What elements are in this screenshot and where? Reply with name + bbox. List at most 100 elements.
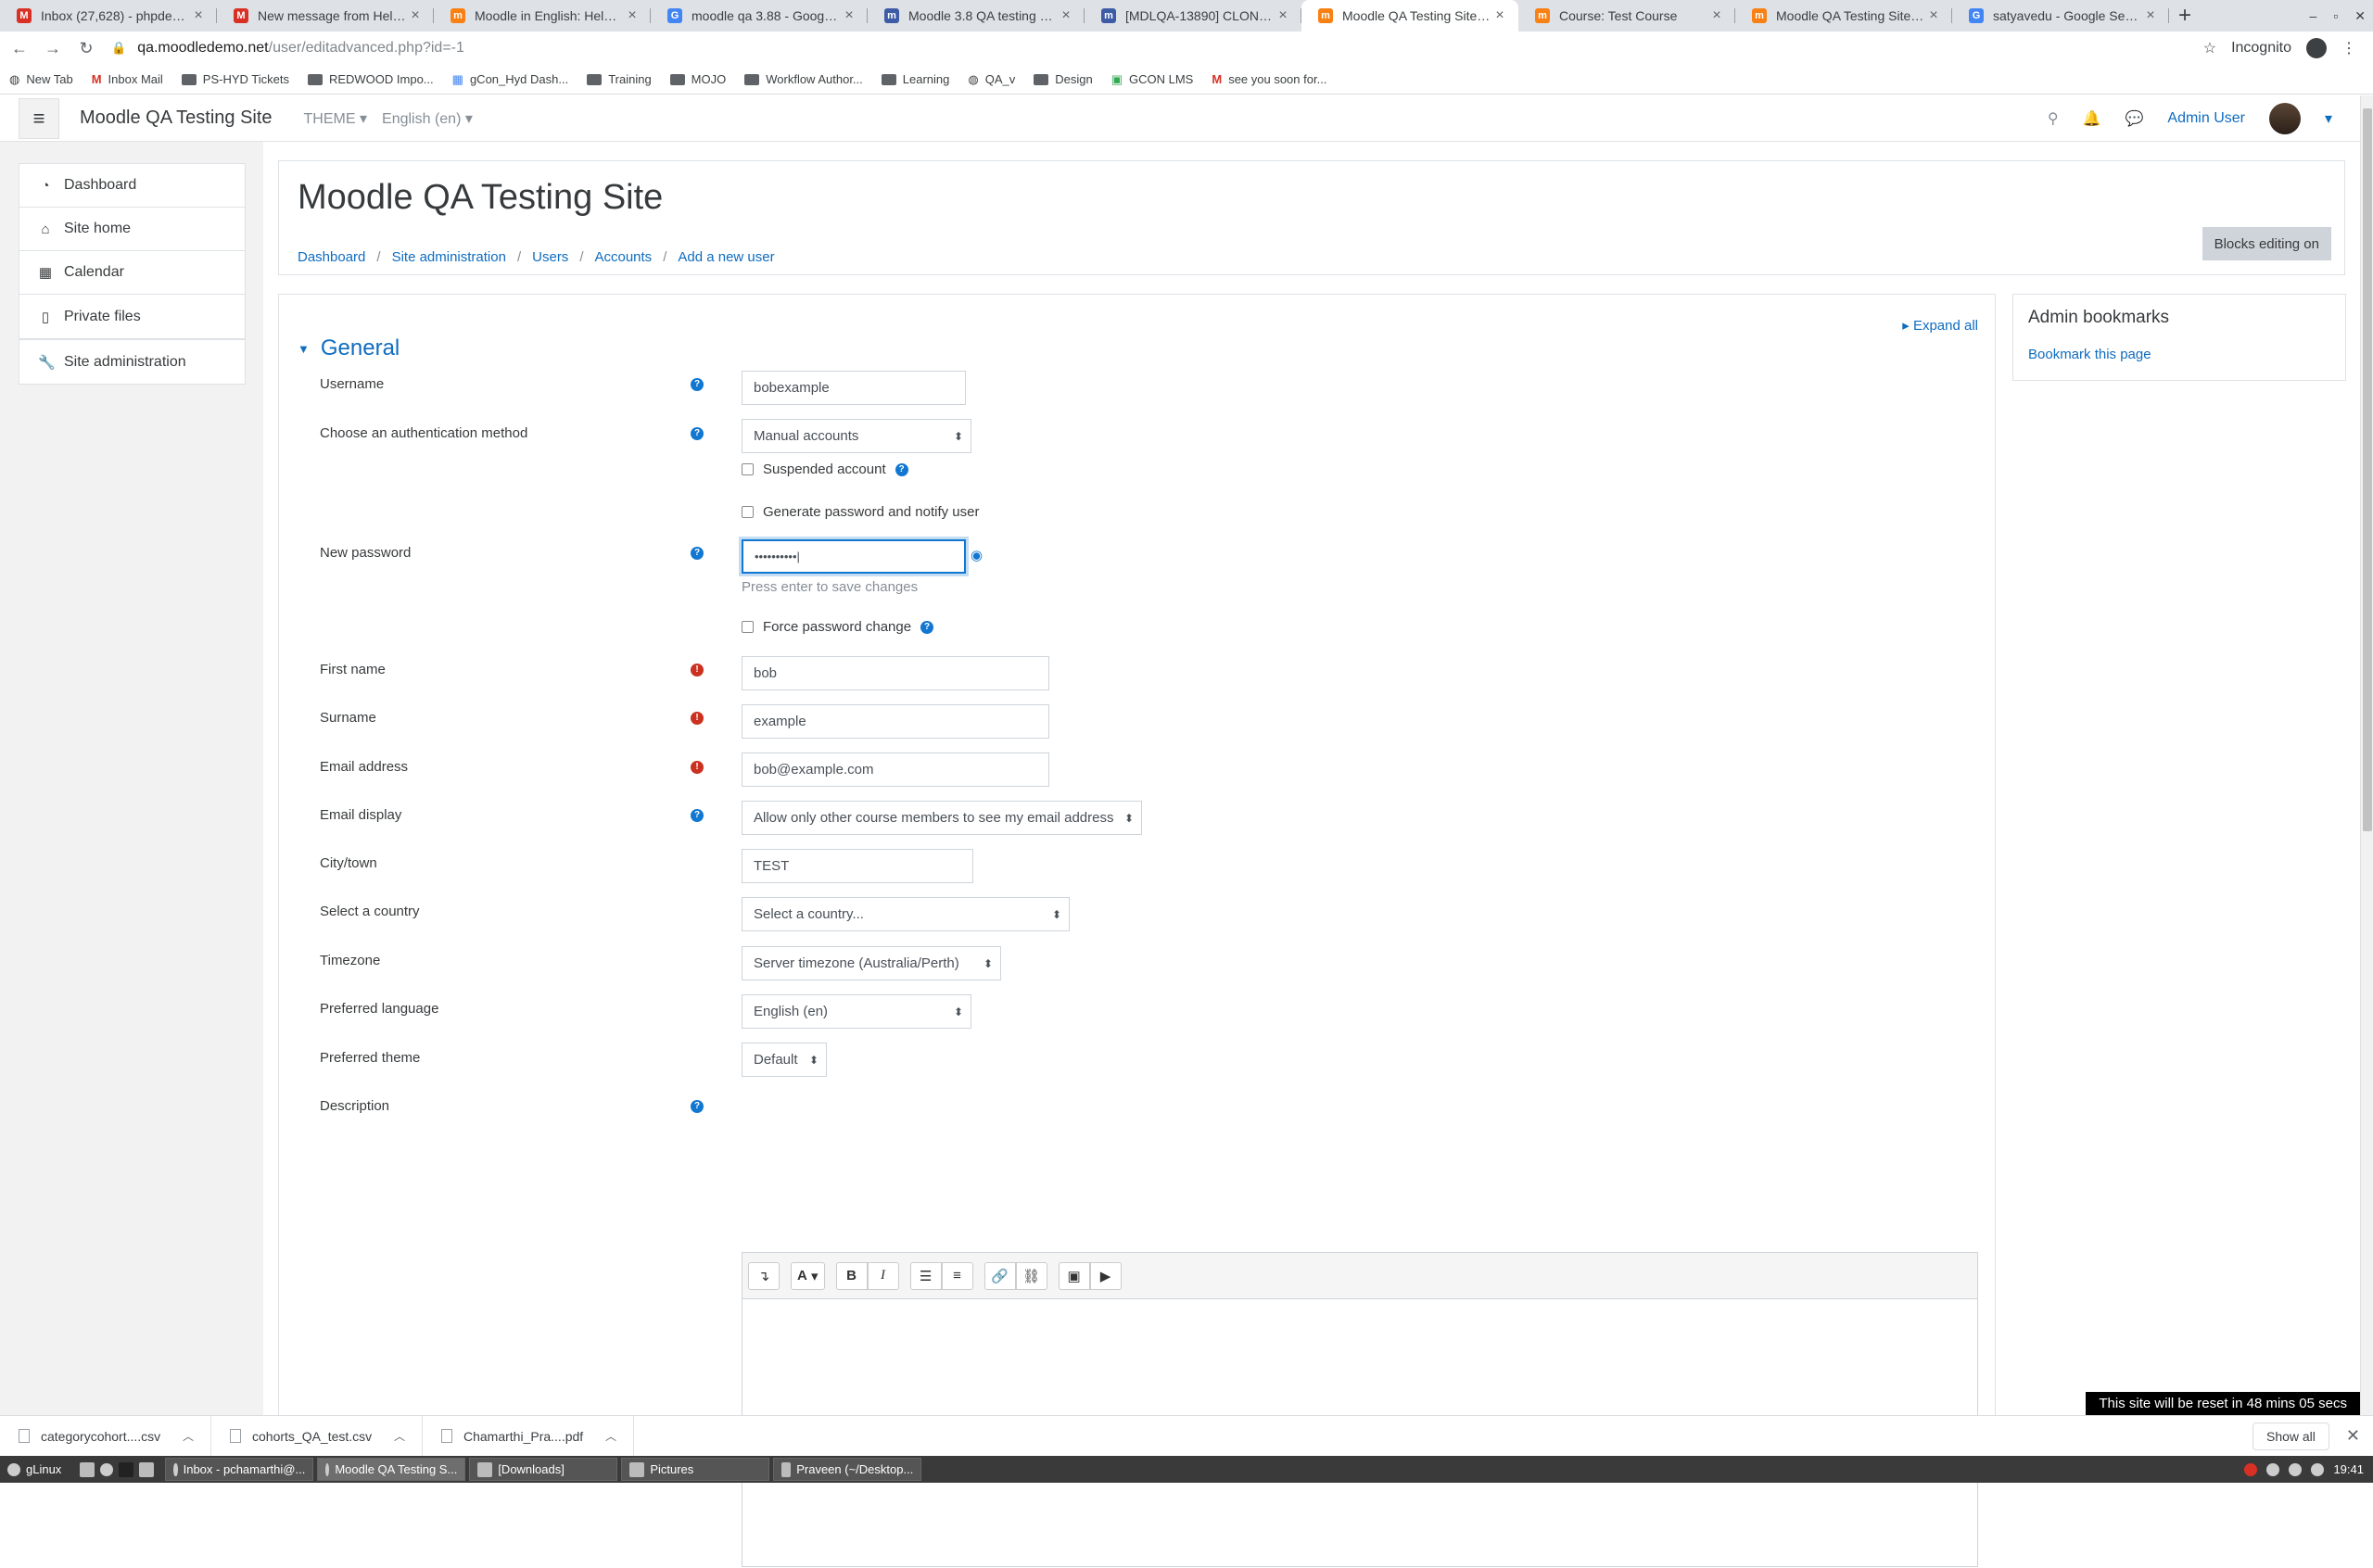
download-item[interactable]: categorycohort....csv ︿: [0, 1415, 211, 1457]
bookmark-item[interactable]: ▣ GCON LMS: [1111, 72, 1194, 87]
user-menu[interactable]: Admin User: [2167, 110, 2245, 127]
avatar[interactable]: [2268, 102, 2301, 134]
download-item[interactable]: Chamarthi_Pra....pdf ︿: [423, 1415, 634, 1457]
checkbox[interactable]: [742, 506, 754, 518]
drawer-item-dashboard[interactable]: ◔ Dashboard: [19, 164, 245, 208]
show-all-button[interactable]: Show all: [2252, 1422, 2329, 1450]
close-window-icon[interactable]: ✕: [2354, 8, 2366, 24]
search-icon[interactable]: ⚲: [2048, 109, 2059, 128]
drawer-item-site-administration[interactable]: 🔧 Site administration: [19, 340, 245, 384]
close-tab-icon[interactable]: ×: [1057, 7, 1075, 24]
browser-tab[interactable]: m Course: Test Course ×: [1518, 0, 1735, 32]
bookmark-item[interactable]: ▦ gCon_Hyd Dash...: [452, 72, 569, 87]
chevron-up-icon[interactable]: ︿: [183, 1428, 194, 1444]
bookmark-folder[interactable]: Design: [1034, 72, 1093, 86]
bookmark-item[interactable]: Msee you soon for...: [1212, 72, 1326, 86]
drawer-item-site-home[interactable]: ⌂ Site home: [19, 208, 245, 251]
close-tab-icon[interactable]: ×: [1707, 7, 1726, 24]
timezone-select[interactable]: Server timezone (Australia/Perth): [742, 946, 1001, 980]
browser-tab[interactable]: M Inbox (27,628) - phpdevelop ×: [0, 0, 217, 32]
browser-tab[interactable]: m Moodle QA Testing Site: Edit ×: [1735, 0, 1952, 32]
browser-tab-active[interactable]: mMoodle QA Testing Site: Adm×: [1301, 0, 1518, 32]
volume-icon[interactable]: [2311, 1462, 2325, 1476]
username-input[interactable]: bobexample: [742, 371, 966, 405]
email-display-select[interactable]: Allow only other course members to see m…: [742, 801, 1142, 835]
taskbar-window[interactable]: Pictures: [621, 1458, 770, 1481]
files-icon[interactable]: [80, 1461, 95, 1477]
surname-input[interactable]: example: [742, 704, 1049, 739]
help-icon[interactable]: ?: [691, 427, 704, 440]
bullet-list-icon[interactable]: ☰: [909, 1261, 942, 1290]
bookmark-folder[interactable]: Learning: [881, 72, 949, 86]
close-icon[interactable]: ✕: [2346, 1426, 2360, 1446]
bookmark-folder[interactable]: REDWOOD Impo...: [307, 72, 434, 86]
bookmark-folder[interactable]: MOJO: [669, 72, 726, 86]
language-select[interactable]: English (en): [742, 994, 971, 1029]
close-tab-icon[interactable]: ×: [189, 7, 208, 24]
chrome-icon[interactable]: [100, 1462, 114, 1476]
city-input[interactable]: TEST: [742, 849, 973, 883]
media-icon[interactable]: ▶: [1089, 1261, 1122, 1290]
close-tab-icon[interactable]: ×: [623, 7, 641, 24]
bookmark-folder[interactable]: Workflow Author...: [744, 72, 863, 86]
theme-menu[interactable]: THEME ▾: [304, 109, 367, 128]
force-password-change-checkbox[interactable]: Force password change?: [742, 619, 934, 635]
link-icon[interactable]: 🔗: [983, 1261, 1016, 1290]
close-tab-icon[interactable]: ×: [406, 7, 425, 24]
bluetooth-icon[interactable]: [2289, 1462, 2303, 1476]
chevron-up-icon[interactable]: ︿: [394, 1428, 405, 1444]
new-password-input[interactable]: •••••••••• |: [742, 539, 966, 574]
theme-select[interactable]: Default: [742, 1043, 827, 1077]
bookmark-this-page-link[interactable]: Bookmark this page: [2028, 347, 2151, 362]
blocks-editing-button[interactable]: Blocks editing on: [2202, 227, 2331, 260]
close-tab-icon[interactable]: ×: [1924, 7, 1943, 24]
browser-tab[interactable]: MNew message from Helen Fo×: [217, 0, 434, 32]
language-menu[interactable]: English (en) ▾: [382, 109, 473, 128]
generate-password-checkbox[interactable]: Generate password and notify user: [742, 504, 979, 520]
breadcrumb-link[interactable]: Users: [532, 249, 568, 265]
taskbar-window[interactable]: Praveen (~/Desktop...: [773, 1458, 922, 1481]
reload-icon[interactable]: ↻: [72, 39, 100, 58]
maximize-icon[interactable]: ▫: [2333, 8, 2338, 23]
chevron-up-icon[interactable]: ︿: [605, 1428, 616, 1444]
browser-menu-icon[interactable]: ⋮: [2341, 39, 2356, 57]
browser-tab[interactable]: Gsatyavedu - Google Search ×: [1952, 0, 2169, 32]
first-name-input[interactable]: bob: [742, 656, 1049, 690]
drawer-item-private-files[interactable]: ▯ Private files: [19, 295, 245, 338]
country-select[interactable]: Select a country...: [742, 897, 1070, 931]
close-tab-icon[interactable]: ×: [1274, 7, 1292, 24]
bookmark-folder[interactable]: Training: [587, 72, 652, 86]
breadcrumb-link[interactable]: Accounts: [594, 249, 652, 265]
page-scrollbar[interactable]: [2360, 95, 2373, 1415]
font-style-icon[interactable]: A ▾: [791, 1261, 825, 1290]
browser-tab[interactable]: Gmoodle qa 3.88 - Google Sea×: [651, 0, 868, 32]
start-menu[interactable]: gLinux: [0, 1458, 69, 1481]
site-brand[interactable]: Moodle QA Testing Site: [80, 107, 273, 129]
minimize-icon[interactable]: –: [2310, 8, 2317, 23]
terminal-icon[interactable]: [119, 1461, 134, 1477]
taskbar-window[interactable]: Inbox - pchamarthi@...: [165, 1458, 314, 1481]
unlink-icon[interactable]: ⛓: [1015, 1261, 1047, 1290]
auth-method-select[interactable]: Manual accounts: [742, 419, 971, 453]
new-tab-button[interactable]: +: [2169, 0, 2201, 32]
breadcrumb-link[interactable]: Dashboard: [298, 249, 365, 265]
bold-icon[interactable]: B: [835, 1261, 868, 1290]
email-input[interactable]: bob@example.com: [742, 752, 1049, 787]
forward-icon[interactable]: →: [39, 39, 67, 58]
notification-bell-icon[interactable]: 🔔: [2083, 109, 2101, 128]
help-icon[interactable]: ?: [691, 809, 704, 822]
help-icon[interactable]: ?: [691, 378, 704, 391]
taskbar-window[interactable]: [Downloads]: [469, 1458, 618, 1481]
help-icon[interactable]: ?: [895, 462, 908, 476]
taskbar-window-active[interactable]: Moodle QA Testing S...: [317, 1458, 466, 1481]
folder-icon[interactable]: [139, 1461, 155, 1477]
section-general-toggle[interactable]: ▼ General: [298, 335, 400, 361]
address-bar[interactable]: 🔒 qa.moodledemo.net/user/editadvanced.ph…: [111, 34, 2203, 62]
browser-tab[interactable]: m[MDLQA-13890] CLONE - A s×: [1085, 0, 1301, 32]
image-icon[interactable]: ▣: [1058, 1261, 1090, 1290]
italic-icon[interactable]: I: [867, 1261, 899, 1290]
messages-icon[interactable]: 💬: [2125, 109, 2143, 128]
back-icon[interactable]: ←: [6, 39, 33, 58]
download-item[interactable]: cohorts_QA_test.csv ︿: [211, 1415, 423, 1457]
suspended-checkbox[interactable]: Suspended account?: [742, 462, 908, 477]
